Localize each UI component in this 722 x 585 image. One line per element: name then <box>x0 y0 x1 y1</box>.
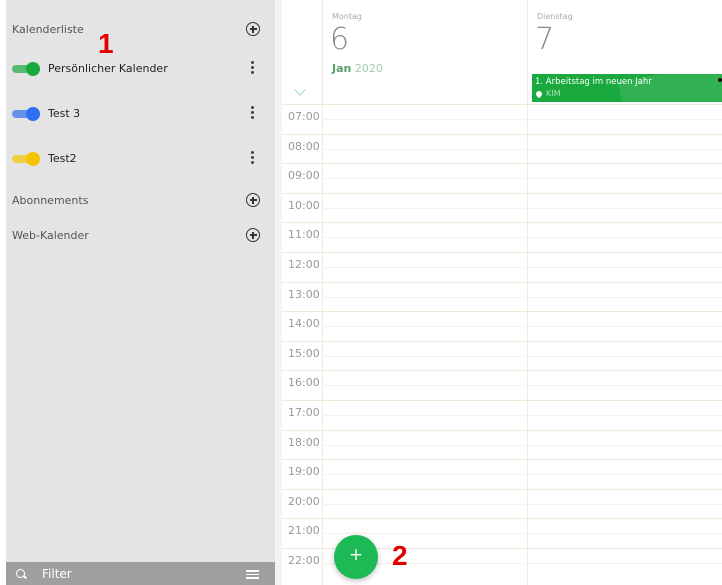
hour-line <box>282 459 722 460</box>
plus-icon: + <box>348 545 364 565</box>
hour-line <box>282 252 722 253</box>
sidebar <box>0 0 275 585</box>
add-event-button[interactable]: + <box>334 535 378 579</box>
time-label: 10:00 <box>288 199 320 212</box>
calendar-list-title: Kalenderliste <box>12 23 84 36</box>
location-pin-icon <box>534 89 544 99</box>
hour-line <box>282 430 722 431</box>
time-label: 16:00 <box>288 376 320 389</box>
annotation-label: 1 <box>98 28 114 59</box>
hour-line <box>282 341 722 342</box>
calendar-item-test2[interactable]: Test2 <box>12 150 267 168</box>
half-hour-line <box>322 178 722 179</box>
time-label: 08:00 <box>288 140 320 153</box>
calendar-event[interactable]: 1. Arbeitstag im neuen Jahr KIM <box>532 74 722 102</box>
calendar-item-test3[interactable]: Test 3 <box>12 105 267 123</box>
calendar-toggle[interactable] <box>12 152 42 166</box>
hour-line <box>282 193 722 194</box>
calendar-label: Test2 <box>48 152 77 165</box>
day-number[interactable]: 7 <box>535 22 554 57</box>
time-label: 17:00 <box>288 406 320 419</box>
toggle-knob <box>26 107 40 121</box>
event-location: KIM <box>546 89 561 98</box>
day-number[interactable]: 6 <box>330 22 349 57</box>
hour-line <box>282 311 722 312</box>
hour-line <box>282 134 722 135</box>
add-subscription-icon[interactable] <box>246 193 260 207</box>
time-label: 09:00 <box>288 169 320 182</box>
web-calendar-title: Web-Kalender <box>12 229 89 242</box>
half-hour-line <box>322 504 722 505</box>
time-label: 11:00 <box>288 228 320 241</box>
search-icon <box>16 569 25 578</box>
subscriptions-title: Abonnements <box>12 194 89 207</box>
more-options-icon[interactable] <box>251 61 255 75</box>
time-label: 12:00 <box>288 258 320 271</box>
time-label: 20:00 <box>288 495 320 508</box>
month-label: Jan <box>332 62 352 75</box>
half-hour-line <box>322 533 722 534</box>
month-year-label: Jan 2020 <box>332 62 383 75</box>
time-label: 13:00 <box>288 288 320 301</box>
half-hour-line <box>322 208 722 209</box>
half-hour-line <box>322 415 722 416</box>
weekday-label: Dienstag <box>537 12 573 21</box>
time-label: 07:00 <box>288 110 320 123</box>
time-label: 14:00 <box>288 317 320 330</box>
hour-line <box>282 400 722 401</box>
half-hour-line <box>322 356 722 357</box>
hour-line <box>282 104 722 105</box>
time-label: 22:00 <box>288 554 320 567</box>
annotation-label: 2 <box>392 540 408 571</box>
filter-input[interactable]: Filter <box>42 567 72 581</box>
half-hour-line <box>322 119 722 120</box>
weekday-label: Montag <box>332 12 362 21</box>
grid-line <box>527 0 528 585</box>
event-dot-icon <box>718 78 722 82</box>
hour-line <box>282 222 722 223</box>
calendar-label: Test 3 <box>48 107 81 120</box>
add-calendar-icon[interactable] <box>246 22 260 36</box>
half-hour-line <box>322 237 722 238</box>
filter-bar[interactable]: Filter <box>6 562 275 585</box>
toggle-knob <box>26 62 40 76</box>
add-web-calendar-icon[interactable] <box>246 228 260 242</box>
half-hour-line <box>322 445 722 446</box>
more-options-icon[interactable] <box>251 106 255 120</box>
hour-line <box>282 489 722 490</box>
half-hour-line <box>322 267 722 268</box>
hour-line <box>282 163 722 164</box>
time-label: 15:00 <box>288 347 320 360</box>
time-label: 18:00 <box>288 436 320 449</box>
grid-line <box>322 0 323 585</box>
calendar-toggle[interactable] <box>12 107 42 121</box>
calendar-item-personal[interactable]: Persönlicher Kalender <box>12 60 267 78</box>
time-label: 19:00 <box>288 465 320 478</box>
menu-icon[interactable] <box>246 570 259 579</box>
sidebar-divider[interactable] <box>275 0 282 585</box>
half-hour-line <box>322 474 722 475</box>
calendar-toggle[interactable] <box>12 62 42 76</box>
event-title: 1. Arbeitstag im neuen Jahr <box>535 77 652 87</box>
hour-line <box>282 282 722 283</box>
half-hour-line <box>322 385 722 386</box>
half-hour-line <box>322 297 722 298</box>
chevron-down-icon[interactable] <box>294 84 306 96</box>
year-label: 2020 <box>354 62 383 75</box>
hour-line <box>282 370 722 371</box>
calendar-label: Persönlicher Kalender <box>48 62 168 75</box>
hour-line <box>282 518 722 519</box>
half-hour-line <box>322 563 722 564</box>
more-options-icon[interactable] <box>251 151 255 165</box>
half-hour-line <box>322 326 722 327</box>
time-label: 21:00 <box>288 524 320 537</box>
toggle-knob <box>26 152 40 166</box>
half-hour-line <box>322 149 722 150</box>
sidebar-edge <box>0 0 6 585</box>
